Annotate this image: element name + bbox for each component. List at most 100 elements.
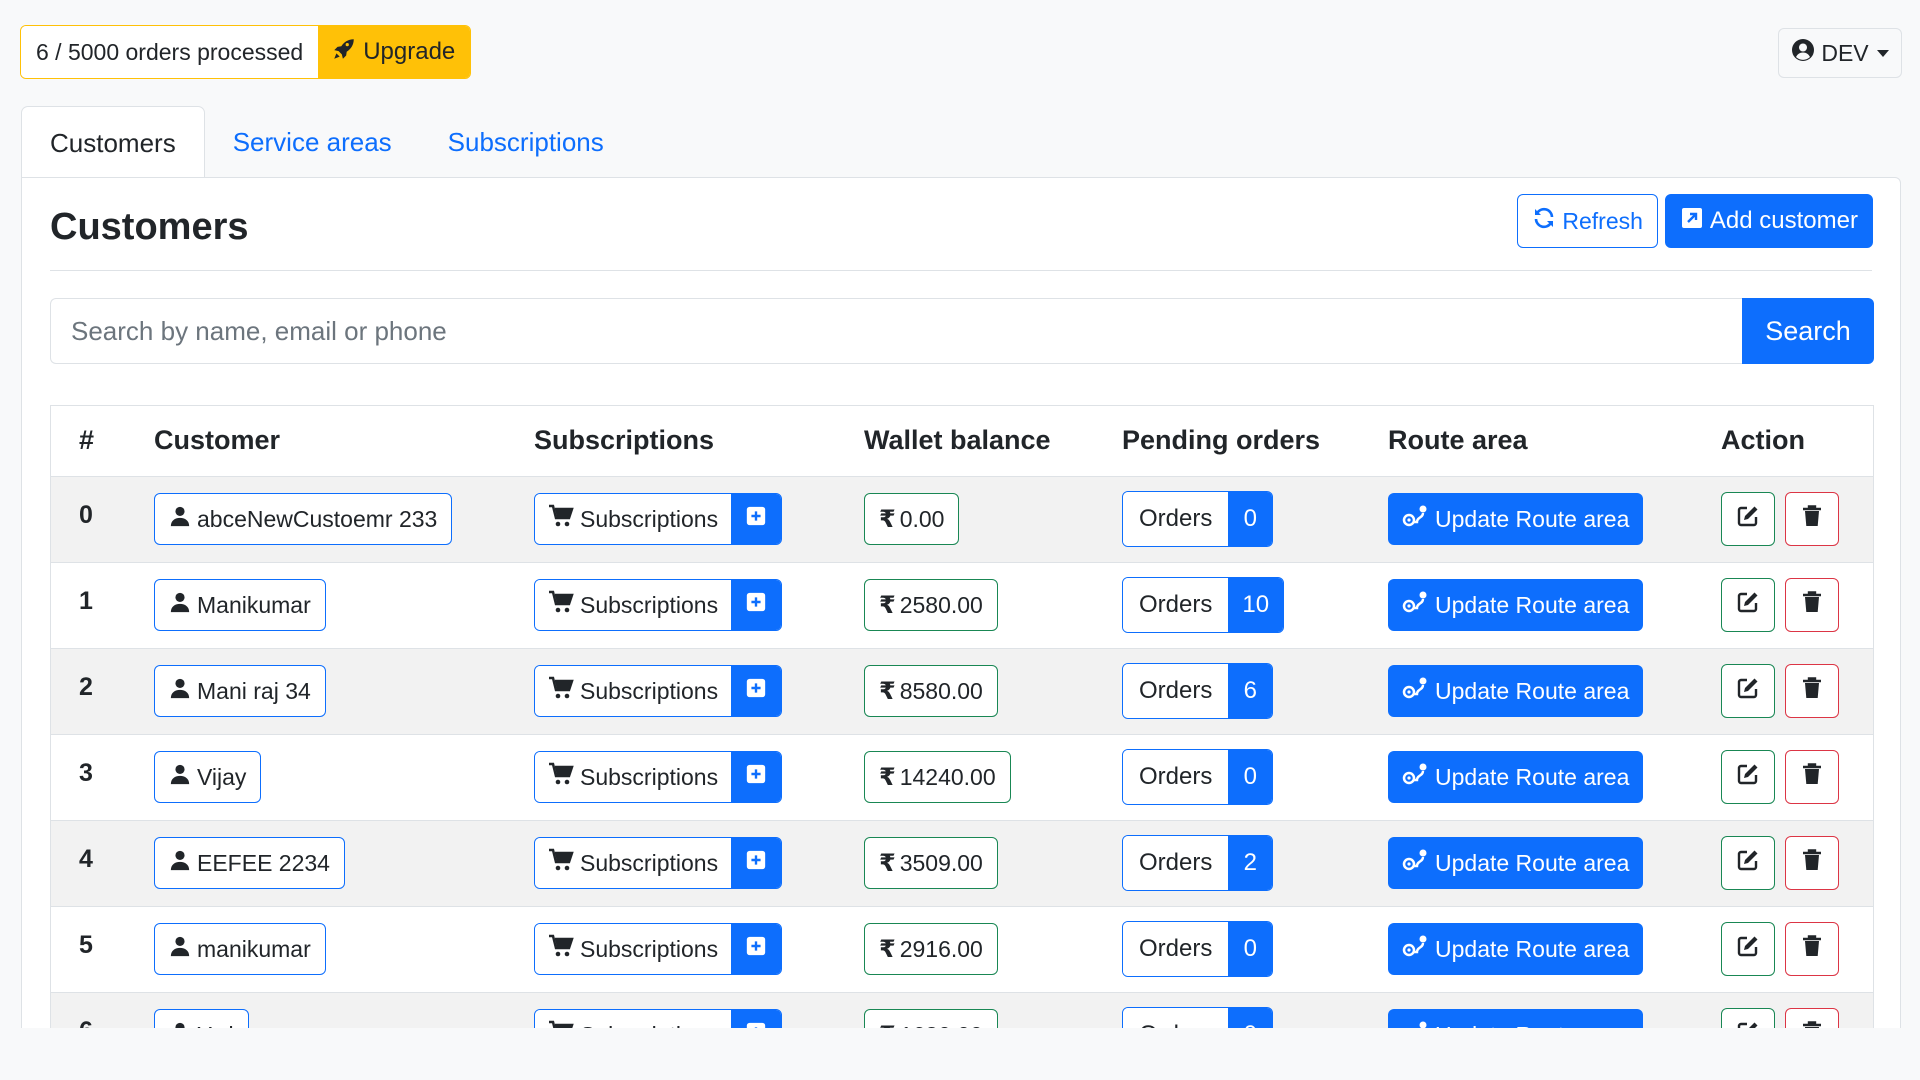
rupee-icon: ₹ xyxy=(879,1021,896,1029)
subscriptions-group: Subscriptions xyxy=(534,923,783,975)
rupee-icon: ₹ xyxy=(879,849,896,877)
add-customer-label: Add customer xyxy=(1709,207,1858,234)
add-subscription-button[interactable] xyxy=(731,494,782,544)
subscriptions-label: Subscriptions xyxy=(580,505,719,532)
edit-icon xyxy=(1736,590,1760,621)
wallet-balance: ₹ 0.00 xyxy=(864,493,960,545)
orders-label: Orders xyxy=(1123,492,1229,546)
wallet-balance: ₹ 1630.00 xyxy=(864,1009,998,1028)
orders-button[interactable]: Orders 0 xyxy=(1122,749,1274,805)
delete-button[interactable] xyxy=(1785,836,1839,890)
delete-button[interactable] xyxy=(1785,578,1839,632)
orders-button[interactable]: Orders 0 xyxy=(1122,1007,1274,1028)
delete-button[interactable] xyxy=(1785,492,1839,546)
orders-count-badge: 0 xyxy=(1228,750,1273,804)
add-subscription-button[interactable] xyxy=(731,838,782,888)
wallet-balance: ₹ 2916.00 xyxy=(864,923,998,975)
delete-button[interactable] xyxy=(1785,922,1839,976)
rupee-icon: ₹ xyxy=(879,591,896,619)
customer-button[interactable]: Manikumar xyxy=(154,579,326,631)
update-route-area-button[interactable]: Update Route area xyxy=(1388,579,1644,631)
customer-name: manikumar xyxy=(197,935,311,962)
update-route-area-button[interactable]: Update Route area xyxy=(1388,1009,1644,1028)
delete-button[interactable] xyxy=(1785,664,1839,718)
search-input[interactable] xyxy=(50,298,1742,364)
customer-button[interactable]: abceNewCustoemr 233 xyxy=(154,493,453,545)
add-subscription-button[interactable] xyxy=(731,1010,782,1028)
delete-button[interactable] xyxy=(1785,1008,1839,1028)
route-icon xyxy=(1402,934,1430,964)
subscriptions-button[interactable]: Subscriptions xyxy=(535,924,732,974)
subscriptions-button[interactable]: Subscriptions xyxy=(535,494,732,544)
route-label: Update Route area xyxy=(1435,505,1630,532)
subscriptions-button[interactable]: Subscriptions xyxy=(535,666,732,716)
orders-button[interactable]: Orders 0 xyxy=(1122,921,1274,977)
user-menu-button[interactable]: DEV xyxy=(1778,28,1902,78)
upgrade-button[interactable]: Upgrade xyxy=(318,26,471,78)
tab-subscriptions[interactable]: Subscriptions xyxy=(420,106,632,178)
customers-card: Customers Refresh Add customer Search by… xyxy=(21,177,1901,1028)
update-route-area-button[interactable]: Update Route area xyxy=(1388,665,1644,717)
row-index: 1 xyxy=(51,562,154,649)
delete-button[interactable] xyxy=(1785,750,1839,804)
refresh-button[interactable]: Refresh xyxy=(1517,194,1658,248)
edit-button[interactable] xyxy=(1721,836,1775,890)
row-index: 5 xyxy=(51,906,154,993)
edit-button[interactable] xyxy=(1721,578,1775,632)
subscriptions-group: Subscriptions xyxy=(534,665,783,717)
edit-button[interactable] xyxy=(1721,750,1775,804)
row-actions xyxy=(1721,836,1873,890)
orders-button[interactable]: Orders 2 xyxy=(1122,835,1274,891)
user-icon xyxy=(169,1021,191,1028)
customer-button[interactable]: Y...i xyxy=(154,1009,249,1028)
cart-icon xyxy=(548,676,574,706)
orders-button[interactable]: Orders 6 xyxy=(1122,663,1274,719)
row-index: 2 xyxy=(51,648,154,735)
customer-button[interactable]: Vijay xyxy=(154,751,262,803)
subscriptions-group: Subscriptions xyxy=(534,1009,783,1028)
subscriptions-label: Subscriptions xyxy=(580,849,719,876)
row-actions xyxy=(1721,492,1873,546)
edit-button[interactable] xyxy=(1721,1008,1775,1028)
route-icon xyxy=(1402,762,1430,792)
table-row: 3 Vijay Subscriptions ₹ 14240.00 Orders … xyxy=(51,734,1873,821)
tab-service-areas[interactable]: Service areas xyxy=(205,106,420,178)
edit-button[interactable] xyxy=(1721,492,1775,546)
add-customer-button[interactable]: Add customer xyxy=(1664,194,1873,248)
trash-icon xyxy=(1800,676,1824,707)
tab-customers[interactable]: Customers xyxy=(21,106,205,179)
orders-button[interactable]: Orders 10 xyxy=(1122,577,1285,633)
rocket-icon xyxy=(331,36,357,69)
subscriptions-button[interactable]: Subscriptions xyxy=(535,580,732,630)
edit-button[interactable] xyxy=(1721,922,1775,976)
update-route-area-button[interactable]: Update Route area xyxy=(1388,837,1644,889)
customer-button[interactable]: EEFEE 2234 xyxy=(154,837,345,889)
subscriptions-button[interactable]: Subscriptions xyxy=(535,838,732,888)
add-subscription-button[interactable] xyxy=(731,580,782,630)
route-label: Update Route area xyxy=(1435,677,1630,704)
header-wallet-balance: Wallet balance xyxy=(864,406,1122,477)
search-bar: Search xyxy=(50,298,1874,364)
add-subscription-button[interactable] xyxy=(731,752,782,802)
subscriptions-group: Subscriptions xyxy=(534,837,783,889)
customer-name: EEFEE 2234 xyxy=(197,849,330,876)
add-subscription-button[interactable] xyxy=(731,666,782,716)
plus-square-icon xyxy=(745,505,767,534)
search-button[interactable]: Search xyxy=(1742,298,1874,364)
page-footer-area xyxy=(0,1028,1920,1080)
customer-button[interactable]: manikumar xyxy=(154,923,326,975)
wallet-amount: 2916.00 xyxy=(899,935,983,962)
subscriptions-button[interactable]: Subscriptions xyxy=(535,1010,732,1028)
update-route-area-button[interactable]: Update Route area xyxy=(1388,493,1644,545)
edit-button[interactable] xyxy=(1721,664,1775,718)
orders-button[interactable]: Orders 0 xyxy=(1122,491,1274,547)
add-subscription-button[interactable] xyxy=(731,924,782,974)
row-actions xyxy=(1721,750,1873,804)
update-route-area-button[interactable]: Update Route area xyxy=(1388,923,1644,975)
table-row: 6 Y...i Subscriptions xyxy=(51,992,1873,1028)
update-route-area-button[interactable]: Update Route area xyxy=(1388,751,1644,803)
subscriptions-label: Subscriptions xyxy=(580,763,719,790)
subscriptions-button[interactable]: Subscriptions xyxy=(535,752,732,802)
user-icon xyxy=(169,935,191,963)
customer-button[interactable]: Mani raj 34 xyxy=(154,665,326,717)
